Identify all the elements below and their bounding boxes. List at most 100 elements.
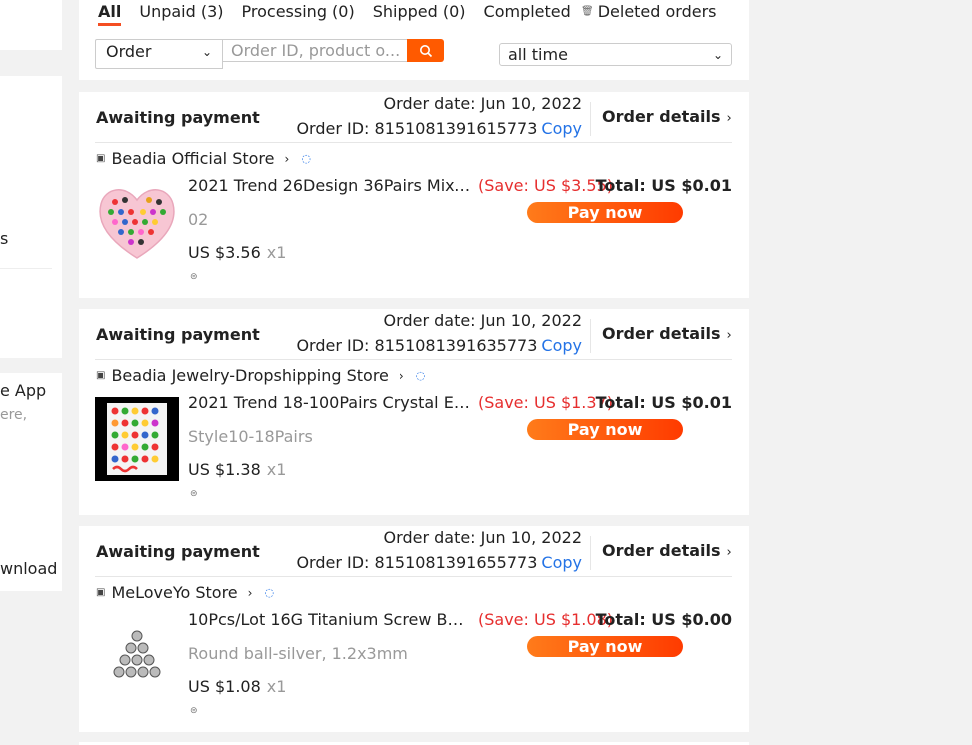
chevron-right-icon: › bbox=[284, 151, 290, 166]
product-title[interactable]: 2021 Trend 26Design 36Pairs Mixed Style … bbox=[188, 176, 471, 195]
chevron-right-icon: › bbox=[726, 328, 732, 343]
quantity: x1 bbox=[266, 677, 287, 696]
sidebar-card-top bbox=[0, 0, 62, 50]
trash-icon: 🗑 bbox=[581, 6, 594, 17]
chevron-right-icon: › bbox=[726, 111, 732, 126]
tab-completed[interactable]: Completed bbox=[484, 0, 571, 30]
order-divider bbox=[95, 359, 732, 360]
chat-icon[interactable]: ◌ bbox=[264, 586, 274, 599]
product-image[interactable] bbox=[95, 180, 179, 264]
product-price: US $1.08 x1 bbox=[188, 677, 286, 696]
product-title[interactable]: 10Pcs/Lot 16G Titanium Screw Ball Labret bbox=[188, 610, 471, 629]
order-card: Awaiting payment Order date: Jun 10, 202… bbox=[79, 92, 749, 298]
order-card: Awaiting payment Order date: Jun 10, 202… bbox=[79, 526, 749, 732]
product-image[interactable] bbox=[95, 614, 179, 698]
pay-now-button[interactable]: Pay now bbox=[527, 419, 683, 440]
sidebar-card-menu: s bbox=[0, 76, 62, 358]
time-range-select[interactable]: all time ⌄ bbox=[499, 43, 732, 66]
store-icon: ▣ bbox=[96, 370, 106, 381]
order-id: Order ID: 8151081391635773 Copy bbox=[296, 336, 582, 355]
order-status: Awaiting payment bbox=[96, 325, 260, 344]
product-image[interactable] bbox=[95, 397, 179, 481]
savings-text: (Save: US $1.37) bbox=[478, 393, 613, 412]
order-filter-panel: All Unpaid (3) Processing (0) Shipped (0… bbox=[79, 0, 749, 80]
chevron-down-icon: ⌄ bbox=[201, 45, 212, 59]
search-button[interactable] bbox=[407, 39, 444, 62]
product-variant: 02 bbox=[188, 210, 209, 229]
order-id-text: Order ID: 8151081391615773 bbox=[296, 119, 538, 138]
chat-icon[interactable]: ◌ bbox=[416, 369, 426, 382]
order-tabs: All Unpaid (3) Processing (0) Shipped (0… bbox=[98, 0, 589, 30]
order-details-link[interactable]: Order details › bbox=[602, 324, 732, 343]
pay-now-button[interactable]: Pay now bbox=[527, 202, 683, 223]
order-card: Awaiting payment Order date: Jun 10, 202… bbox=[79, 309, 749, 515]
order-divider bbox=[95, 576, 732, 577]
sidebar-app-subtitle: ere, bbox=[0, 407, 28, 423]
pay-now-button[interactable]: Pay now bbox=[527, 636, 683, 657]
quantity: x1 bbox=[266, 460, 287, 479]
store-link[interactable]: ▣ MeLoveYo Store › ◌ bbox=[96, 583, 274, 602]
protection-icon: ⊜ bbox=[190, 489, 198, 499]
order-date: Order date: Jun 10, 2022 bbox=[383, 528, 582, 547]
header-divider bbox=[590, 319, 591, 353]
order-date: Order date: Jun 10, 2022 bbox=[383, 311, 582, 330]
store-icon: ▣ bbox=[96, 153, 106, 164]
copy-link[interactable]: Copy bbox=[541, 553, 582, 572]
order-total: Total: US $0.01 bbox=[595, 176, 732, 195]
protection-icon: ⊜ bbox=[190, 706, 198, 716]
order-status: Awaiting payment bbox=[96, 542, 260, 561]
product-price: US $3.56 x1 bbox=[188, 243, 286, 262]
chevron-down-icon: ⌄ bbox=[712, 47, 723, 62]
order-details-link[interactable]: Order details › bbox=[602, 107, 732, 126]
order-divider bbox=[95, 142, 732, 143]
savings-text: (Save: US $3.55) bbox=[478, 176, 613, 195]
tab-shipped[interactable]: Shipped (0) bbox=[373, 0, 466, 30]
order-id: Order ID: 8151081391655773 Copy bbox=[296, 553, 582, 572]
savings-text: (Save: US $1.08) bbox=[478, 610, 613, 629]
order-date: Order date: Jun 10, 2022 bbox=[383, 94, 582, 113]
sidebar-card-app: e App ere, wnload bbox=[0, 373, 62, 591]
order-total: Total: US $0.00 bbox=[595, 610, 732, 629]
deleted-orders-label: Deleted orders bbox=[597, 2, 717, 21]
store-icon: ▣ bbox=[96, 587, 106, 598]
order-id-text: Order ID: 8151081391635773 bbox=[296, 336, 538, 355]
store-name: Beadia Official Store bbox=[111, 149, 275, 168]
order-details-link[interactable]: Order details › bbox=[602, 541, 732, 560]
sidebar-divider bbox=[0, 268, 52, 269]
price-value: US $1.08 bbox=[188, 677, 261, 696]
tab-processing[interactable]: Processing (0) bbox=[242, 0, 355, 30]
order-type-select[interactable]: Order ⌄ bbox=[95, 39, 223, 69]
protection-icon: ⊜ bbox=[190, 272, 198, 282]
copy-link[interactable]: Copy bbox=[541, 336, 582, 355]
store-name: Beadia Jewelry-Dropshipping Store bbox=[111, 366, 389, 385]
chevron-right-icon: › bbox=[398, 368, 404, 383]
price-value: US $3.56 bbox=[188, 243, 261, 262]
order-details-label: Order details bbox=[602, 324, 721, 343]
order-details-label: Order details bbox=[602, 541, 721, 560]
tab-unpaid[interactable]: Unpaid (3) bbox=[139, 0, 223, 30]
product-variant: Round ball-silver, 1.2x3mm bbox=[188, 644, 408, 663]
time-range-value: all time bbox=[508, 45, 568, 64]
tab-all[interactable]: All bbox=[98, 0, 122, 26]
product-price: US $1.38 x1 bbox=[188, 460, 286, 479]
store-link[interactable]: ▣ Beadia Official Store › ◌ bbox=[96, 149, 311, 168]
order-type-value: Order bbox=[106, 42, 152, 61]
store-link[interactable]: ▣ Beadia Jewelry-Dropshipping Store › ◌ bbox=[96, 366, 425, 385]
sidebar-text-fragment: s bbox=[0, 229, 9, 248]
search-placeholder: Order ID, product o... bbox=[231, 41, 401, 60]
tab-deleted-orders[interactable]: 🗑 Deleted orders bbox=[581, 0, 717, 21]
price-value: US $1.38 bbox=[188, 460, 261, 479]
product-title[interactable]: 2021 Trend 18-100Pairs Crystal Earrings … bbox=[188, 393, 471, 412]
search-icon bbox=[419, 44, 432, 57]
chevron-right-icon: › bbox=[247, 585, 253, 600]
product-variant: Style10-18Pairs bbox=[188, 427, 313, 446]
chat-icon[interactable]: ◌ bbox=[301, 152, 311, 165]
sidebar-download-link[interactable]: wnload bbox=[0, 559, 57, 578]
order-details-label: Order details bbox=[602, 107, 721, 126]
order-id: Order ID: 8151081391615773 Copy bbox=[296, 119, 582, 138]
order-total: Total: US $0.01 bbox=[595, 393, 732, 412]
search-input[interactable]: Order ID, product o... bbox=[222, 39, 408, 62]
quantity: x1 bbox=[266, 243, 287, 262]
copy-link[interactable]: Copy bbox=[541, 119, 582, 138]
chevron-right-icon: › bbox=[726, 545, 732, 560]
